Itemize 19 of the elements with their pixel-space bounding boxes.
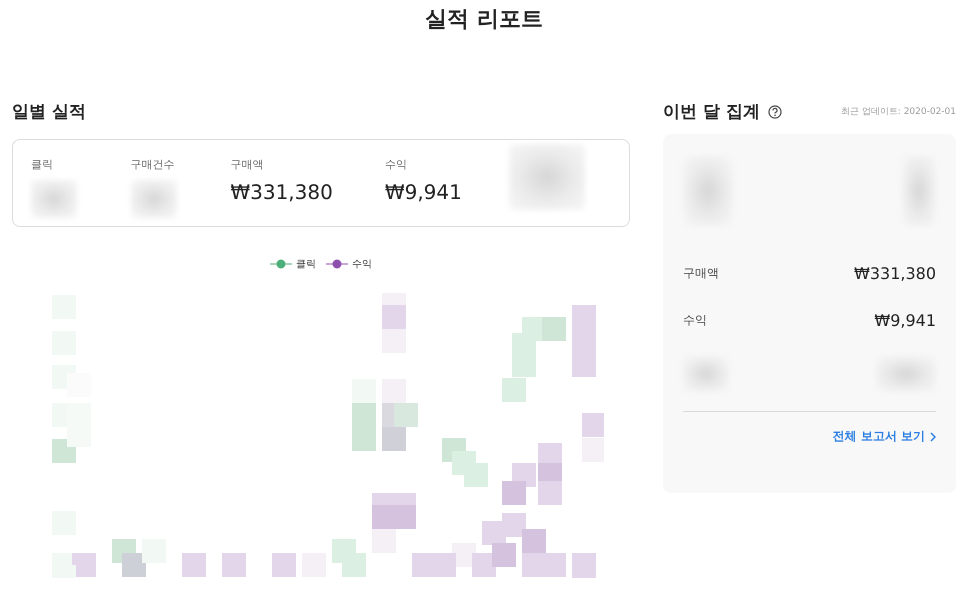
metric-label: 클릭: [31, 157, 54, 172]
metric-label: 구매건수: [130, 157, 176, 172]
metric-value: ₩331,380: [230, 180, 334, 204]
summary-label: 구매액: [683, 265, 719, 282]
summary-label: 수익: [683, 312, 707, 329]
full-report-link[interactable]: 전체 보고서 보기: [832, 428, 936, 445]
section-heading: 일별 실적: [12, 101, 87, 123]
metric-label: 수익: [384, 157, 408, 172]
metric-value: ₩9,941: [384, 180, 463, 204]
summary-value: ₩331,380: [854, 264, 936, 283]
summary-value: ₩9,941: [874, 311, 936, 330]
last-updated: 최근 업데이트: 2020-02-01: [840, 106, 956, 118]
metric-label: 구매액: [230, 157, 264, 172]
help-icon[interactable]: [768, 104, 782, 118]
legend-label: 클릭: [296, 258, 316, 271]
legend-label: 수익: [352, 258, 372, 271]
section-heading: 이번 달 집계: [663, 101, 760, 123]
chevron-right-icon: [930, 432, 936, 442]
page-title: 실적 리포트: [424, 6, 544, 34]
